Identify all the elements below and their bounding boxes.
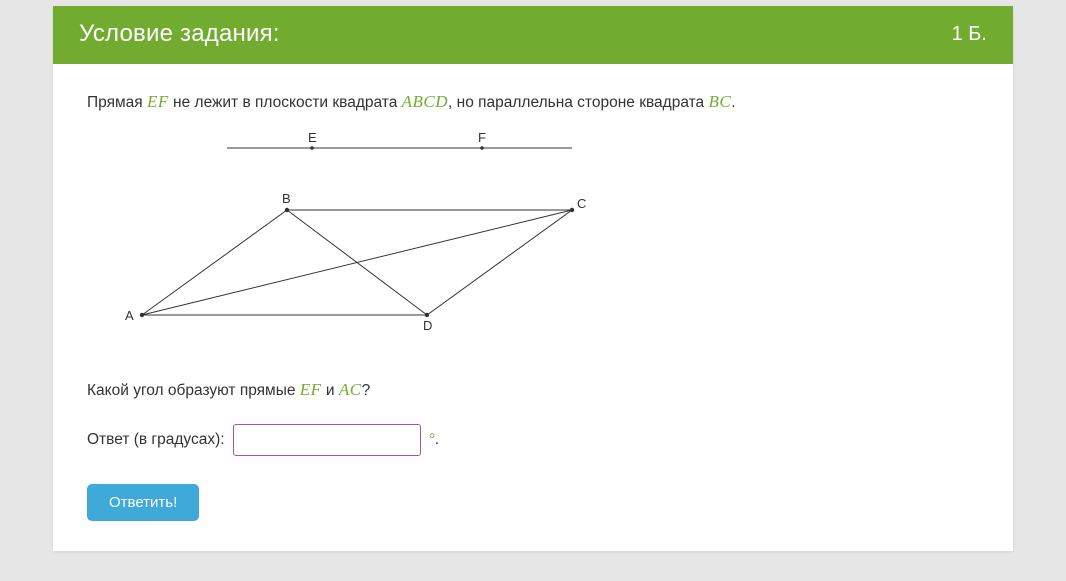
math-bc: BC	[708, 92, 731, 111]
label-D: D	[423, 318, 432, 333]
label-C: C	[577, 196, 586, 211]
label-E: E	[308, 130, 317, 145]
text-fragment: Какой угол образуют прямые	[87, 382, 300, 399]
math-ac: AC	[339, 380, 362, 399]
task-header: Условие задания: 1 Б.	[53, 6, 1013, 64]
task-card: Условие задания: 1 Б. Прямая EF не лежит…	[53, 6, 1013, 551]
geometry-figure: E F A B C D	[107, 130, 979, 340]
text-fragment: ?	[362, 382, 371, 399]
text-fragment: и	[322, 382, 339, 399]
answer-input[interactable]	[233, 424, 421, 456]
task-title: Условие задания:	[79, 20, 280, 48]
task-body: Прямая EF не лежит в плоскости квадрата …	[53, 64, 1013, 551]
label-B: B	[282, 191, 291, 206]
problem-statement: Прямая EF не лежит в плоскости квадрата …	[87, 92, 979, 112]
task-points: 1 Б.	[952, 23, 987, 46]
answer-row: Ответ (в градусах): °.	[87, 424, 979, 456]
text-fragment: не лежит в плоскости квадрата	[169, 94, 402, 111]
submit-button[interactable]: Ответить!	[87, 484, 199, 521]
text-fragment: .	[435, 431, 439, 448]
math-abcd: ABCD	[402, 92, 448, 111]
text-fragment: .	[731, 94, 735, 111]
text-fragment: , но параллельна стороне квадрата	[448, 94, 708, 111]
text-fragment: Прямая	[87, 94, 147, 111]
math-ef: EF	[147, 92, 169, 111]
question-text: Какой угол образуют прямые EF и AC?	[87, 380, 979, 400]
label-A: A	[125, 308, 134, 323]
label-F: F	[478, 130, 486, 145]
answer-label: Ответ (в градусах):	[87, 431, 225, 449]
math-ef-2: EF	[300, 380, 322, 399]
